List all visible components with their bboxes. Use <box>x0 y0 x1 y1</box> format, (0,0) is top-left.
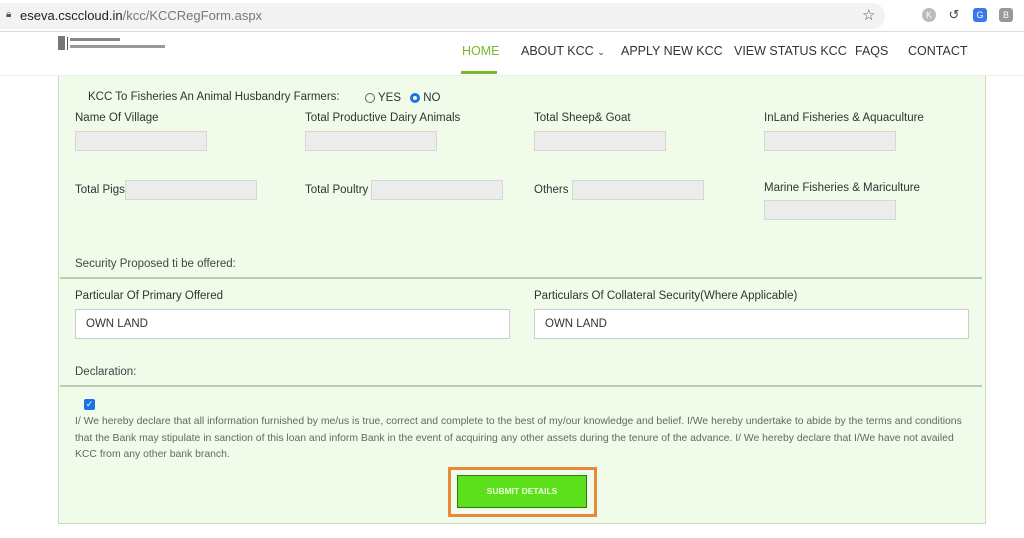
browser-toolbar: 🔒︎ eseva.csccloud.in/kcc/KCCRegForm.aspx… <box>0 0 1024 32</box>
sheep-label: Total Sheep& Goat <box>534 112 631 124</box>
fisheries-question: KCC To Fisheries An Animal Husbandry Far… <box>88 91 340 103</box>
village-input[interactable] <box>75 131 207 151</box>
profile-icon[interactable]: K <box>922 8 936 22</box>
site-nav: HOME ABOUT KCC ⌄ APPLY NEW KCC VIEW STAT… <box>0 32 1024 76</box>
radio-yes-circle[interactable] <box>365 92 375 103</box>
nav-contact[interactable]: CONTACT <box>908 44 968 58</box>
dairy-label: Total Productive Dairy Animals <box>305 112 461 124</box>
nav-view-status-kcc[interactable]: VIEW STATUS KCC <box>734 44 847 58</box>
primary-label: Particular Of Primary Offered <box>75 290 224 302</box>
primary-textarea[interactable]: OWN LAND <box>75 309 510 339</box>
divider <box>60 385 982 387</box>
village-label: Name Of Village <box>75 112 159 124</box>
url-path: /kcc/KCCRegForm.aspx <box>122 8 263 23</box>
submit-details-button[interactable]: SUBMIT DETAILS <box>457 475 587 508</box>
lock-icon: 🔒︎ <box>6 9 12 20</box>
inland-label: InLand Fisheries & Aquaculture <box>764 112 924 124</box>
nav-about-label: ABOUT KCC <box>521 44 594 58</box>
declaration-checkbox[interactable]: ✓ <box>84 399 95 410</box>
poultry-label: Total Poultry <box>305 184 369 196</box>
inland-input[interactable] <box>764 131 896 151</box>
dairy-input[interactable] <box>305 131 437 151</box>
divider <box>60 277 982 279</box>
nav-home[interactable]: HOME <box>462 44 500 58</box>
marine-input[interactable] <box>764 200 896 220</box>
nav-about-kcc[interactable]: ABOUT KCC ⌄ <box>521 44 605 58</box>
nav-apply-new-kcc[interactable]: APPLY NEW KCC <box>621 44 723 58</box>
declaration-text: I/ We hereby declare that all informatio… <box>75 416 962 460</box>
radio-yes-label: YES <box>378 92 402 104</box>
url-text[interactable]: eseva.csccloud.in/kcc/KCCRegForm.aspx <box>20 8 262 23</box>
url-host: eseva.csccloud.in <box>20 8 123 23</box>
translate-icon[interactable]: G <box>973 8 987 22</box>
ministry-logo <box>58 36 165 50</box>
chevron-down-icon: ⌄ <box>597 47 605 57</box>
radio-yes[interactable]: YES <box>365 92 401 104</box>
pigs-input[interactable] <box>125 180 257 200</box>
poultry-input[interactable] <box>371 180 503 200</box>
marine-label: Marine Fisheries & Mariculture <box>764 182 920 194</box>
nav-faqs[interactable]: FAQS <box>855 44 888 58</box>
radio-no-label: NO <box>423 92 441 104</box>
radio-no[interactable]: NO <box>410 92 440 104</box>
radio-no-circle[interactable] <box>410 92 420 103</box>
extension-icon[interactable]: B <box>999 8 1013 22</box>
declaration-heading: Declaration: <box>75 366 137 378</box>
bookmark-star-icon[interactable]: ☆ <box>862 6 875 24</box>
collateral-textarea[interactable]: OWN LAND <box>534 309 969 339</box>
others-label: Others <box>534 184 569 196</box>
collateral-label: Particulars Of Collateral Security(Where… <box>534 290 798 302</box>
others-input[interactable] <box>572 180 704 200</box>
sheep-input[interactable] <box>534 131 666 151</box>
security-heading: Security Proposed ti be offered: <box>75 258 236 270</box>
pigs-label: Total Pigs <box>75 184 125 196</box>
active-nav-underline <box>461 71 497 74</box>
history-icon[interactable]: ↺ <box>947 8 961 22</box>
